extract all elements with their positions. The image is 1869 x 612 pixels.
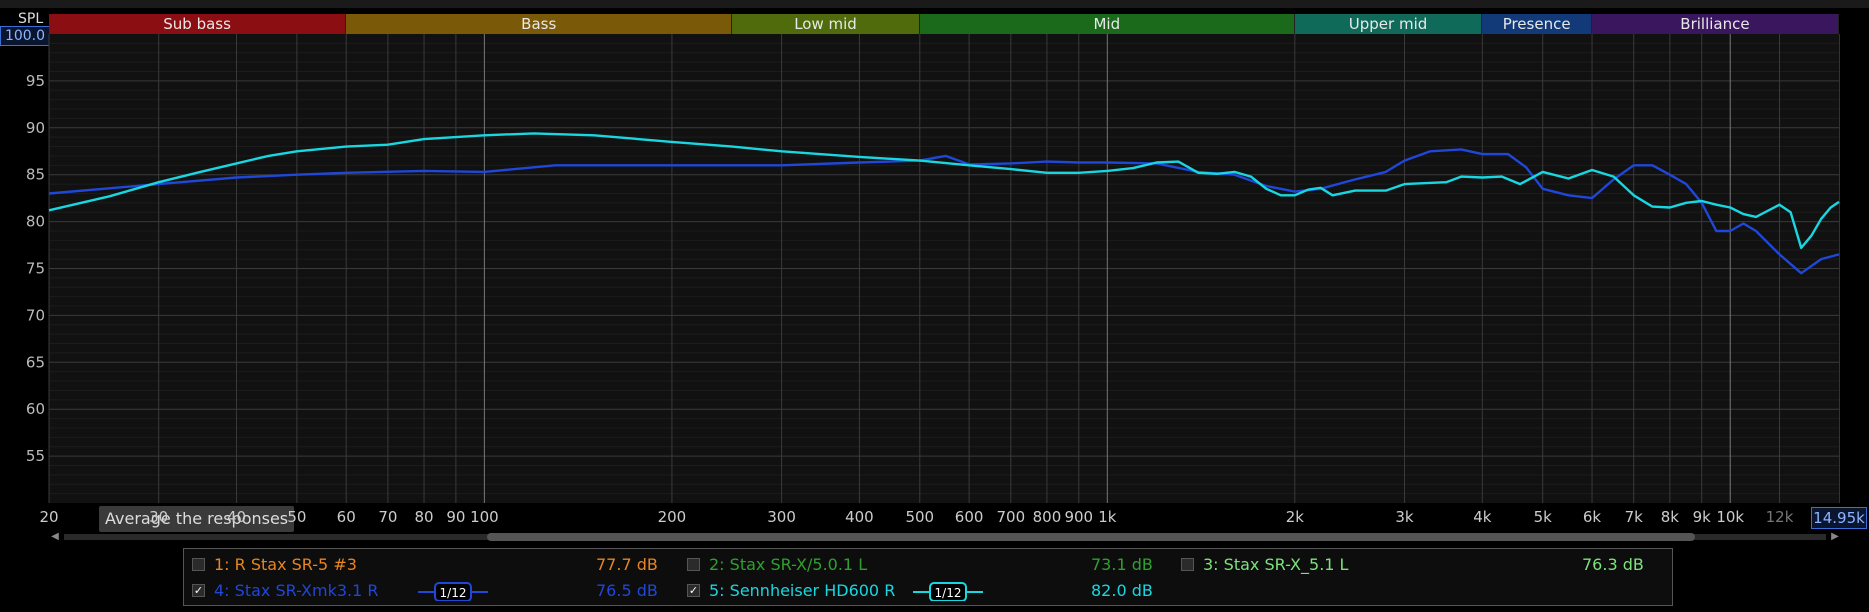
x-axis-top-field[interactable]: 14.95k: [1811, 507, 1867, 529]
y-tick-label: 65: [26, 353, 45, 371]
legend-checkbox-2[interactable]: [687, 558, 700, 571]
x-tick-label: 400: [845, 508, 874, 526]
frequency-band-bar: Sub bass Bass Low mid Mid Upper mid Presence B…: [49, 14, 1839, 34]
x-tick-label: 4k: [1473, 508, 1492, 526]
band-presence: Presence: [1482, 14, 1592, 34]
x-tick-label: 800: [1033, 508, 1062, 526]
legend-value-3: 76.3 dB: [1582, 555, 1644, 574]
band-low-mid: Low mid: [732, 14, 920, 34]
measurement-legend: 1: R Stax SR-5 #3 77.7 dB 2: Stax SR-X/5…: [183, 548, 1673, 606]
smoothing-badge-5-icon[interactable]: 1/12: [913, 581, 983, 601]
y-tick-label: 70: [26, 306, 45, 324]
y-axis-top-field[interactable]: 100.0: [0, 26, 50, 46]
band-upper-mid: Upper mid: [1294, 14, 1483, 34]
x-tick-label: 600: [955, 508, 984, 526]
band-bass: Bass: [346, 14, 733, 34]
svg-text:1/12: 1/12: [440, 586, 467, 600]
legend-checkbox-5[interactable]: ✓: [687, 584, 700, 597]
scroll-left-icon[interactable]: ◀: [50, 530, 60, 544]
series-line-1: [48, 148, 1840, 275]
x-tick-label: 12k: [1766, 508, 1794, 526]
legend-item-5[interactable]: ✓ 5: Sennheiser HD600 R 1/12 82.0 dB: [687, 579, 1153, 603]
x-tick-label: 3k: [1395, 508, 1414, 526]
scroll-right-icon[interactable]: ▶: [1830, 530, 1840, 544]
x-tick-label: 700: [996, 508, 1025, 526]
x-tick-label: 80: [414, 508, 433, 526]
legend-label-3: 3: Stax SR-X_5.1 L: [1203, 555, 1349, 574]
x-tick-label: 10k: [1716, 508, 1744, 526]
svg-text:1/12: 1/12: [935, 586, 962, 600]
smoothing-badge-4-icon[interactable]: 1/12: [418, 581, 488, 601]
legend-checkbox-1[interactable]: [192, 558, 205, 571]
band-brilliance: Brilliance: [1591, 14, 1839, 34]
x-tick-label: 20: [39, 508, 58, 526]
legend-value-5: 82.0 dB: [1091, 581, 1153, 600]
legend-item-1[interactable]: 1: R Stax SR-5 #3 77.7 dB: [192, 553, 658, 577]
y-tick-label: 55: [26, 447, 45, 465]
y-tick-label: 75: [26, 260, 45, 278]
x-tick-label: 5k: [1534, 508, 1553, 526]
y-tick-label: 95: [26, 72, 45, 90]
x-tick-label: 6k: [1583, 508, 1602, 526]
x-tick-label: 70: [378, 508, 397, 526]
x-tick-label: 40: [227, 508, 246, 526]
x-tick-label: 300: [767, 508, 796, 526]
band-sub-bass: Sub bass: [49, 14, 347, 34]
y-tick-label: 90: [26, 119, 45, 137]
legend-value-2: 73.1 dB: [1091, 555, 1153, 574]
legend-checkbox-4[interactable]: ✓: [192, 584, 205, 597]
x-axis-tick-labels: 20 30 40 50 60 70 80 90 100 200 300 400 500 600 700 800…: [39, 508, 1794, 526]
x-tick-label: 60: [337, 508, 356, 526]
x-tick-label: 100: [470, 508, 499, 526]
scroll-thumb[interactable]: [487, 533, 1695, 541]
x-tick-label: 8k: [1661, 508, 1680, 526]
legend-label-4: 4: Stax SR-Xmk3.1 R: [214, 581, 379, 600]
legend-label-2: 2: Stax SR-X/5.0.1 L: [709, 555, 868, 574]
x-tick-label: 900: [1064, 508, 1093, 526]
plot-area[interactable]: 55 60 65 70 75 80 85 90 95 Average the responses: [26, 34, 1840, 532]
x-tick-label: 200: [658, 508, 687, 526]
x-tick-label: 90: [446, 508, 465, 526]
horizontal-scrollbar[interactable]: ◀ ▶: [50, 530, 1840, 544]
legend-item-3[interactable]: 3: Stax SR-X_5.1 L 76.3 dB: [1181, 553, 1661, 577]
legend-checkbox-3[interactable]: [1181, 558, 1194, 571]
y-tick-label: 60: [26, 400, 45, 418]
top-menu-strip: [0, 0, 1869, 8]
x-tick-label: 7k: [1625, 508, 1644, 526]
legend-label-1: 1: R Stax SR-5 #3: [214, 555, 357, 574]
x-tick-label: 2k: [1286, 508, 1305, 526]
band-mid: Mid: [919, 14, 1295, 34]
legend-item-2[interactable]: 2: Stax SR-X/5.0.1 L 73.1 dB: [687, 553, 1153, 577]
x-tick-label: 500: [905, 508, 934, 526]
y-tick-label: 80: [26, 213, 45, 231]
y-tick-label: 85: [26, 166, 45, 184]
x-tick-label: 30: [149, 508, 168, 526]
x-tick-label: 1k: [1098, 508, 1117, 526]
response-chart: 55 60 65 70 75 80 85 90 95: [26, 34, 1840, 503]
y-axis-label: SPL: [18, 11, 44, 27]
legend-value-1: 77.7 dB: [596, 555, 658, 574]
legend-value-4: 76.5 dB: [596, 581, 658, 600]
x-tick-label: 50: [287, 508, 306, 526]
legend-label-5: 5: Sennheiser HD600 R: [709, 581, 896, 600]
x-tick-label: 9k: [1693, 508, 1712, 526]
legend-item-4[interactable]: ✓ 4: Stax SR-Xmk3.1 R 1/12 76.5 dB: [192, 579, 658, 603]
